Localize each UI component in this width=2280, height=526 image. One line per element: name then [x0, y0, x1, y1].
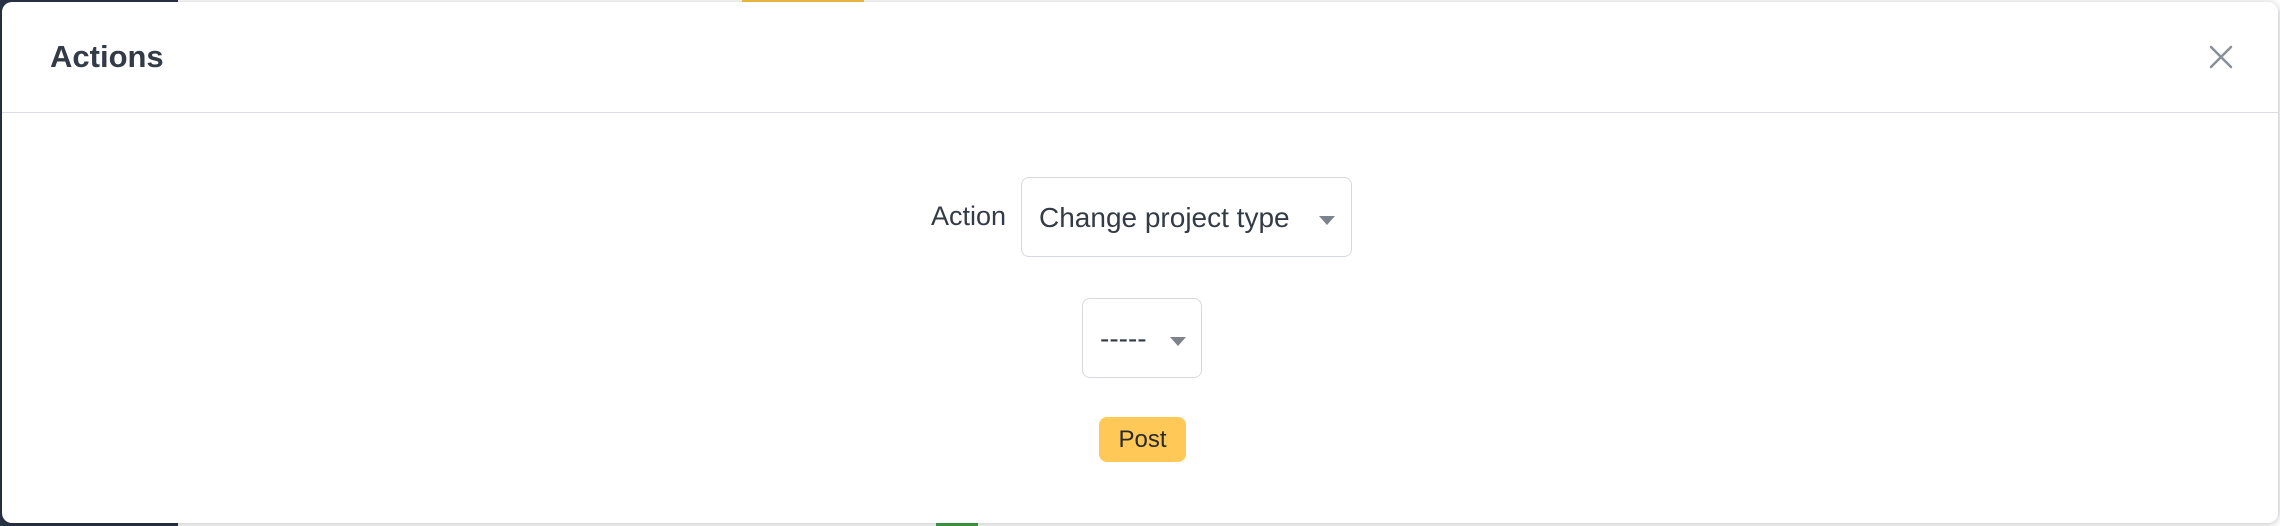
action-select[interactable]: Change project type	[1021, 177, 1352, 257]
close-button[interactable]	[2206, 42, 2236, 72]
chevron-down-icon	[1319, 216, 1335, 225]
chevron-down-icon	[1170, 337, 1186, 346]
post-button[interactable]: Post	[1099, 417, 1186, 462]
modal-title: Actions	[50, 39, 164, 74]
close-icon	[2209, 45, 2233, 69]
project-type-select[interactable]: -----	[1082, 298, 1202, 378]
modal-header: Actions	[2, 2, 2278, 113]
action-select-value: Change project type	[1039, 202, 1290, 233]
actions-modal: Actions Action Change project type -----…	[2, 2, 2278, 523]
project-type-select-value: -----	[1100, 323, 1147, 354]
action-label: Action	[931, 201, 1007, 231]
